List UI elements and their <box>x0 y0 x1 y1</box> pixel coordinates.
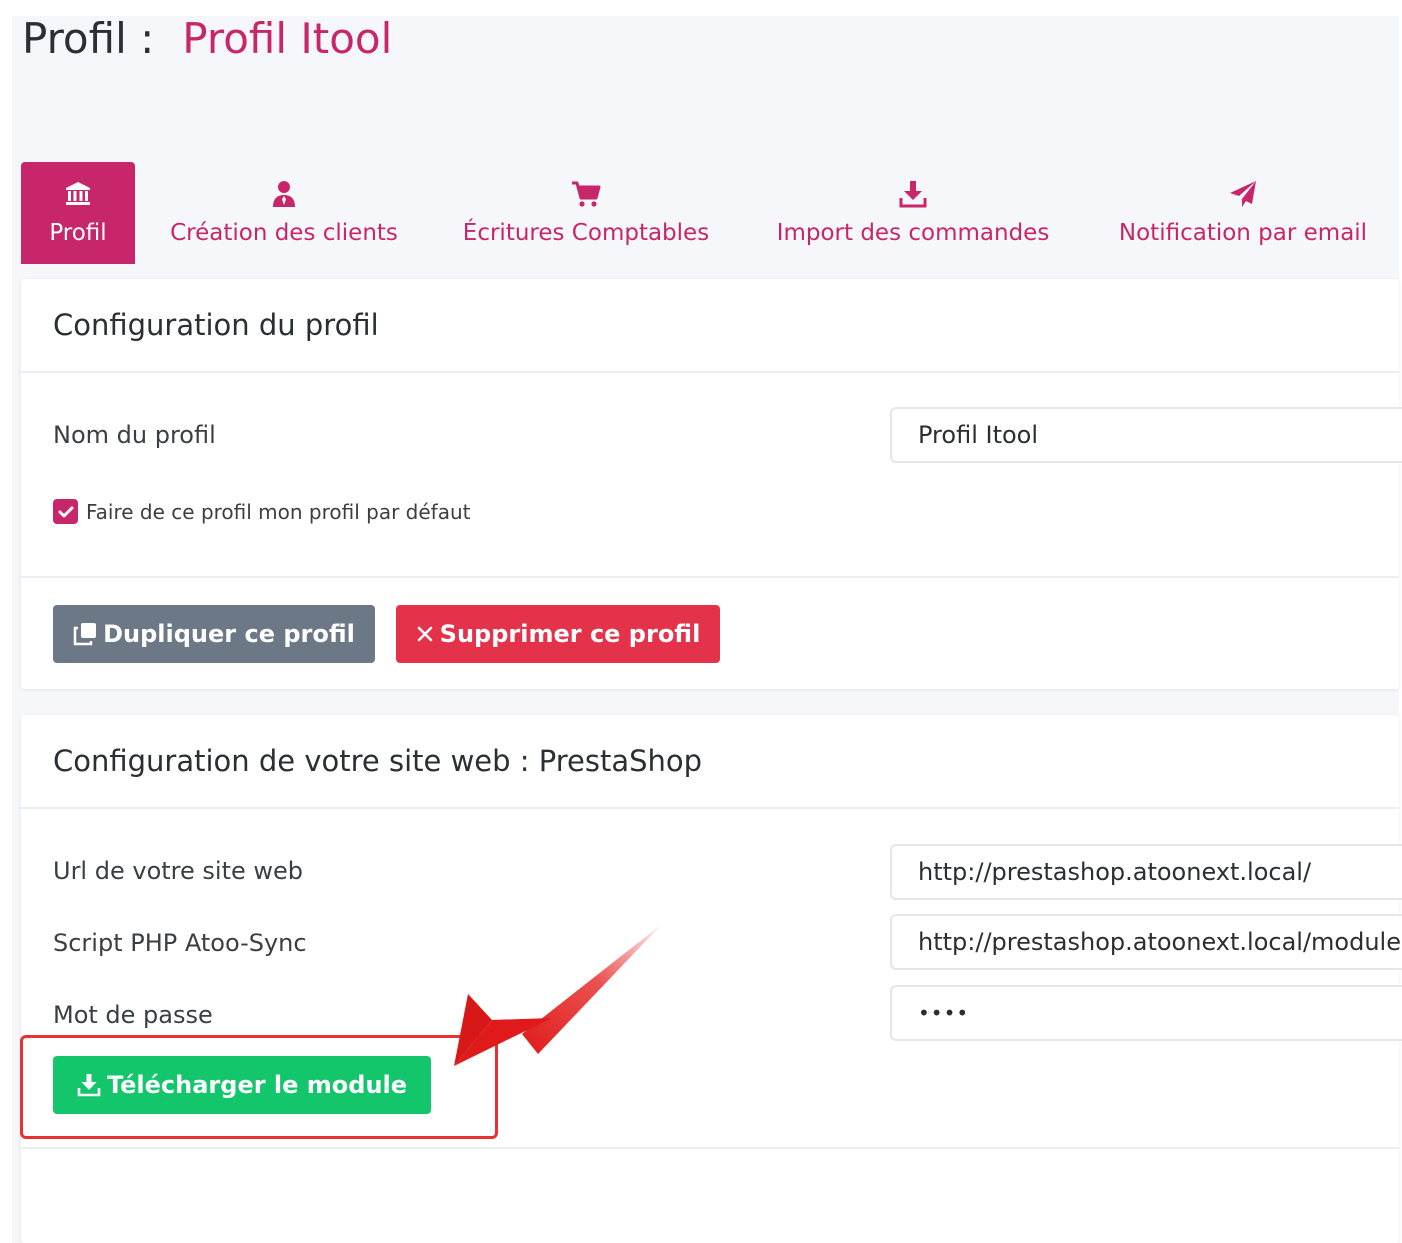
close-icon <box>416 625 434 643</box>
tab-label: Écritures Comptables <box>462 220 710 246</box>
password-input[interactable]: •••• <box>890 985 1402 1041</box>
bank-icon <box>65 178 91 210</box>
user-icon <box>272 178 296 210</box>
page-title-prefix: Profil : <box>22 14 155 63</box>
divider <box>21 1147 1399 1149</box>
copy-icon <box>73 622 97 646</box>
profile-config-title: Configuration du profil <box>21 279 1399 373</box>
tab-notification-email[interactable]: Notification par email <box>1105 162 1381 264</box>
profile-name-label: Nom du profil <box>53 421 216 449</box>
site-url-input[interactable]: http://prestashop.atoonext.local/ <box>890 844 1402 900</box>
paper-plane-icon <box>1229 178 1257 210</box>
annotation-highlight-box <box>20 1035 498 1139</box>
site-config-title: Configuration de votre site web : Presta… <box>21 715 1399 809</box>
delete-profile-label: Supprimer ce profil <box>439 620 701 648</box>
check-icon <box>58 506 73 517</box>
duplicate-profile-button[interactable]: Dupliquer ce profil <box>53 605 375 663</box>
tab-bar: Profil Création des clients Écritures Co… <box>21 162 1399 264</box>
site-url-label: Url de votre site web <box>53 857 303 885</box>
tab-profil[interactable]: Profil <box>21 162 135 264</box>
tab-label: Import des commandes <box>776 220 1050 246</box>
page-title: Profil : Profil Itool <box>22 14 392 63</box>
default-profile-label: Faire de ce profil mon profil par défaut <box>86 499 471 524</box>
download-icon <box>899 178 927 210</box>
script-php-label: Script PHP Atoo-Sync <box>53 929 307 957</box>
site-config-card: Configuration de votre site web : Presta… <box>21 715 1402 1243</box>
tab-import-commandes[interactable]: Import des commandes <box>761 162 1065 264</box>
tab-label: Profil <box>49 220 107 246</box>
profile-config-card: Configuration du profil Nom du profil Pr… <box>21 279 1402 689</box>
duplicate-profile-label: Dupliquer ce profil <box>103 620 355 648</box>
script-php-input[interactable]: http://prestashop.atoonext.local/modules… <box>890 914 1402 970</box>
annotation-arrow-icon <box>454 924 662 1066</box>
default-profile-checkbox[interactable] <box>53 499 78 524</box>
tab-creation-clients[interactable]: Création des clients <box>157 162 411 264</box>
profile-name-input[interactable]: Profil Itool <box>890 407 1402 463</box>
cart-icon <box>571 178 601 210</box>
page-title-profile-name: Profil Itool <box>182 14 393 63</box>
password-label: Mot de passe <box>53 1001 213 1029</box>
divider <box>21 576 1399 578</box>
tab-label: Création des clients <box>170 220 398 246</box>
delete-profile-button[interactable]: Supprimer ce profil <box>396 605 720 663</box>
default-profile-row[interactable]: Faire de ce profil mon profil par défaut <box>53 499 471 524</box>
tab-label: Notification par email <box>1118 220 1368 246</box>
tab-ecritures-comptables[interactable]: Écritures Comptables <box>451 162 721 264</box>
